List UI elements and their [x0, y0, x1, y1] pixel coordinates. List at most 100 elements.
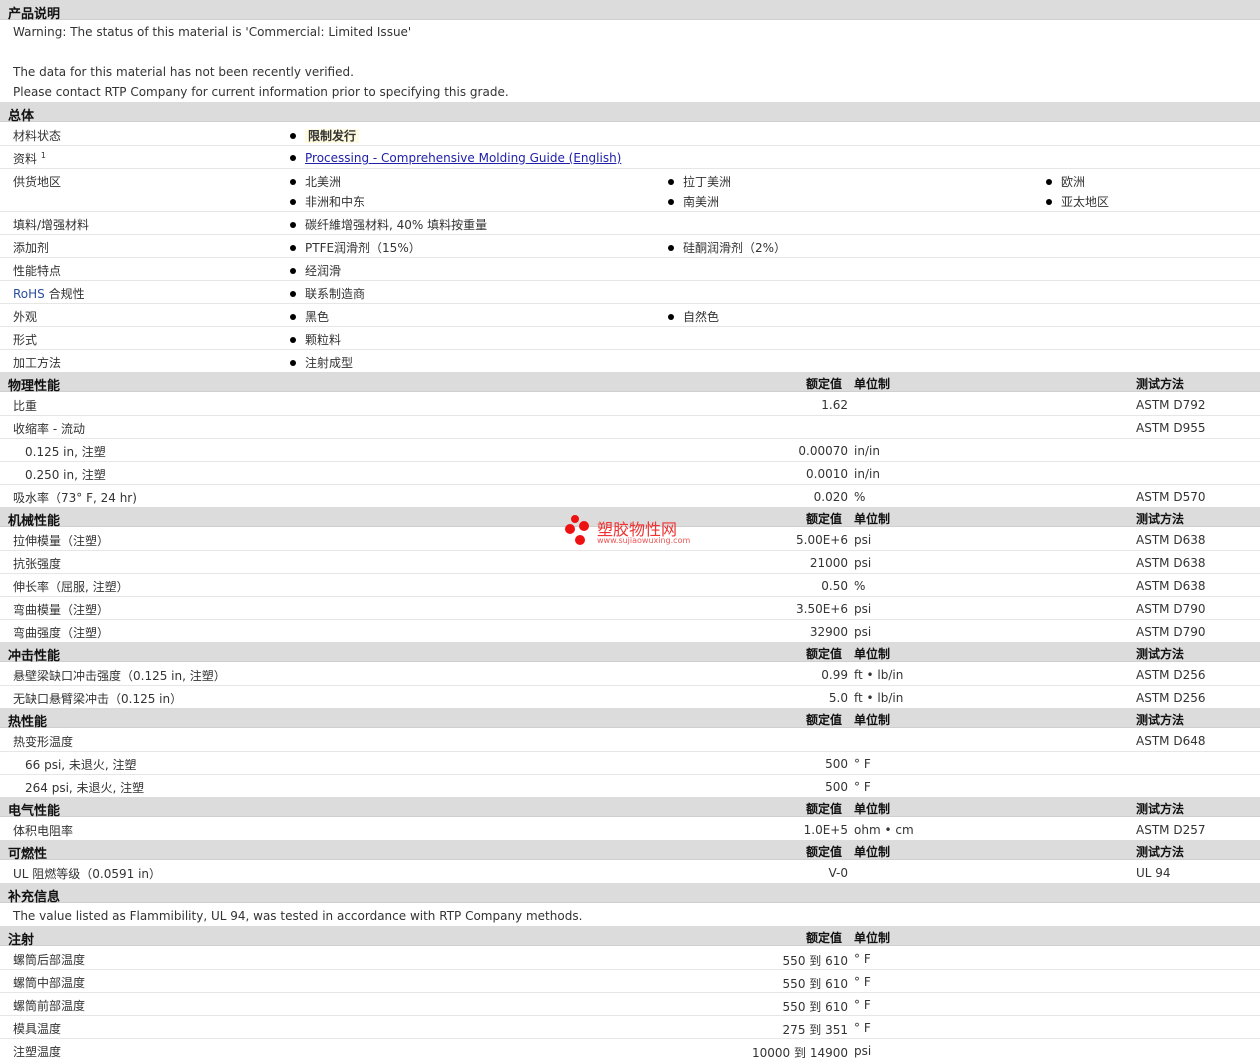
- row-unit: psi: [854, 602, 872, 616]
- form-value: 颗粒料: [290, 331, 341, 348]
- section-header-injection: 注射 额定值 单位制: [0, 926, 1260, 948]
- table-row: 螺筒前部温度 550 到 610 ° F: [0, 993, 1260, 1016]
- table-row: 模具温度 275 到 351 ° F: [0, 1016, 1260, 1039]
- row-unit: psi: [854, 625, 872, 639]
- row-method: ASTM D256: [1136, 691, 1206, 705]
- section-title: 可燃性: [8, 847, 48, 862]
- row-label: 螺筒中部温度: [13, 976, 86, 990]
- document-link-item[interactable]: Processing - Comprehensive Molding Guide…: [290, 151, 621, 165]
- row-value: 3.50E+6: [796, 602, 848, 616]
- row-label: 无缺口悬臂梁冲击（0.125 in）: [13, 692, 183, 706]
- row-label: 外观: [13, 310, 38, 324]
- row-label: 264 psi, 未退火, 注塑: [25, 781, 145, 795]
- section-title: 电气性能: [8, 804, 61, 819]
- bullet-icon: [290, 359, 296, 366]
- row-value: 0.99: [821, 668, 848, 682]
- row-value: 21000: [809, 556, 848, 570]
- row-label: 比重: [13, 399, 38, 413]
- row-value: 0.0010: [806, 467, 848, 481]
- col-method: 测试方法: [1136, 845, 1185, 859]
- col-nominal: 额定值: [806, 713, 843, 727]
- rohs-link[interactable]: RoHS: [13, 287, 45, 301]
- row-value: V-0: [828, 866, 848, 880]
- bullet-icon: [668, 313, 674, 320]
- section-header-description: 产品说明: [0, 0, 1260, 22]
- row-unit: psi: [854, 533, 872, 547]
- row-method: ASTM D256: [1136, 668, 1206, 682]
- row-method: ASTM D790: [1136, 602, 1206, 616]
- row-value: 550 到 610: [782, 1000, 848, 1014]
- section-header-impact: 冲击性能 额定值 单位制 测试方法: [0, 642, 1260, 664]
- section-title: 补充信息: [8, 890, 61, 905]
- table-row: 注塑温度 10000 到 14900 psi: [0, 1039, 1260, 1062]
- row-label: 注塑温度: [13, 1045, 62, 1059]
- row-label: 材料状态: [13, 129, 62, 143]
- table-row: 悬壁梁缺口冲击强度（0.125 in, 注塑） 0.99 ft • lb/in …: [0, 663, 1260, 686]
- status-value: 限制发行: [290, 127, 360, 144]
- table-row: 螺筒后部温度 550 到 610 ° F: [0, 947, 1260, 970]
- bullet-icon: [668, 244, 674, 251]
- section-title: 冲击性能: [8, 649, 61, 664]
- appearance-item: 黑色: [290, 308, 329, 325]
- col-method: 测试方法: [1136, 647, 1185, 661]
- general-row-processing: 加工方法 注射成型: [0, 350, 1260, 372]
- col-unit: 单位制: [854, 377, 891, 391]
- bullet-icon: [290, 267, 296, 274]
- general-row-filler: 填料/增强材料 碳纤維增强材料, 40% 填料按重量: [0, 212, 1260, 235]
- bullet-icon: [1046, 178, 1052, 185]
- row-label: 体积电阻率: [13, 824, 74, 838]
- logo-dot-icon: [579, 521, 589, 531]
- col-method: 测试方法: [1136, 802, 1185, 816]
- table-row: 吸水率（73° F, 24 hr) 0.020 % ASTM D570: [0, 485, 1260, 507]
- row-method: ASTM D792: [1136, 398, 1206, 412]
- row-label: 弯曲强度（注塑）: [13, 626, 110, 640]
- section-title: 产品说明: [8, 7, 61, 22]
- section-header-flammability: 可燃性 额定值 单位制 测试方法: [0, 840, 1260, 862]
- row-method: ASTM D638: [1136, 556, 1206, 570]
- section-title: 机械性能: [8, 514, 61, 529]
- warning-text: Warning: The status of this material is …: [13, 25, 412, 39]
- logo-dot-icon: [575, 535, 585, 545]
- verification-text: The data for this material has not been …: [13, 65, 354, 79]
- row-value: 0.020: [813, 490, 848, 504]
- logo-dot-icon: [571, 515, 579, 523]
- row-label: 资料 1: [13, 151, 46, 166]
- region-item: 非洲和中东: [290, 193, 365, 210]
- contact-text: Please contact RTP Company for current i…: [13, 85, 509, 99]
- filler-value: 碳纤維增强材料, 40% 填料按重量: [290, 216, 487, 233]
- section-title: 热性能: [8, 715, 48, 730]
- table-row: 收缩率 - 流动 ASTM D955: [0, 416, 1260, 439]
- rohs-value: 联系制造商: [290, 285, 365, 302]
- watermark-logo: 塑胶物性网 www.sujiaowuxing.com: [565, 513, 695, 549]
- row-unit: ° F: [854, 975, 871, 989]
- row-label: RoHS 合规性: [13, 287, 85, 301]
- col-nominal: 额定值: [806, 845, 843, 859]
- general-row-additive: 添加剂 PTFE润滑剂（15%） 硅酮润滑剂（2%）: [0, 235, 1260, 258]
- appearance-item: 自然色: [668, 308, 719, 325]
- section-header-general: 总体: [0, 102, 1260, 124]
- row-unit: ft • lb/in: [854, 691, 904, 705]
- general-row-documents: 资料 1 Processing - Comprehensive Molding …: [0, 146, 1260, 169]
- row-method: ASTM D638: [1136, 533, 1206, 547]
- col-unit: 单位制: [854, 845, 891, 859]
- row-label: 填料/增强材料: [13, 218, 90, 232]
- row-value: 0.50: [821, 579, 848, 593]
- row-method: ASTM D955: [1136, 421, 1206, 435]
- row-value: 0.00070: [798, 444, 848, 458]
- supplement-text: The value listed as Flammibility, UL 94,…: [13, 909, 583, 923]
- row-label: 收缩率 - 流动: [13, 422, 85, 436]
- row-label: 伸长率（屈服, 注塑）: [13, 580, 129, 594]
- row-unit: ° F: [854, 1021, 871, 1035]
- bullet-icon: [290, 336, 296, 343]
- section-header-supplement: 补充信息: [0, 883, 1260, 905]
- col-nominal: 额定值: [806, 802, 843, 816]
- row-unit: %: [854, 579, 866, 593]
- col-method: 测试方法: [1136, 377, 1185, 391]
- general-row-features: 性能特点 经润滑: [0, 258, 1260, 281]
- col-unit: 单位制: [854, 647, 891, 661]
- bullet-icon: [1046, 198, 1052, 205]
- col-method: 测试方法: [1136, 512, 1185, 526]
- row-label: 螺筒前部温度: [13, 999, 86, 1013]
- bullet-icon: [668, 198, 674, 205]
- molding-guide-link[interactable]: Processing - Comprehensive Molding Guide…: [305, 151, 621, 165]
